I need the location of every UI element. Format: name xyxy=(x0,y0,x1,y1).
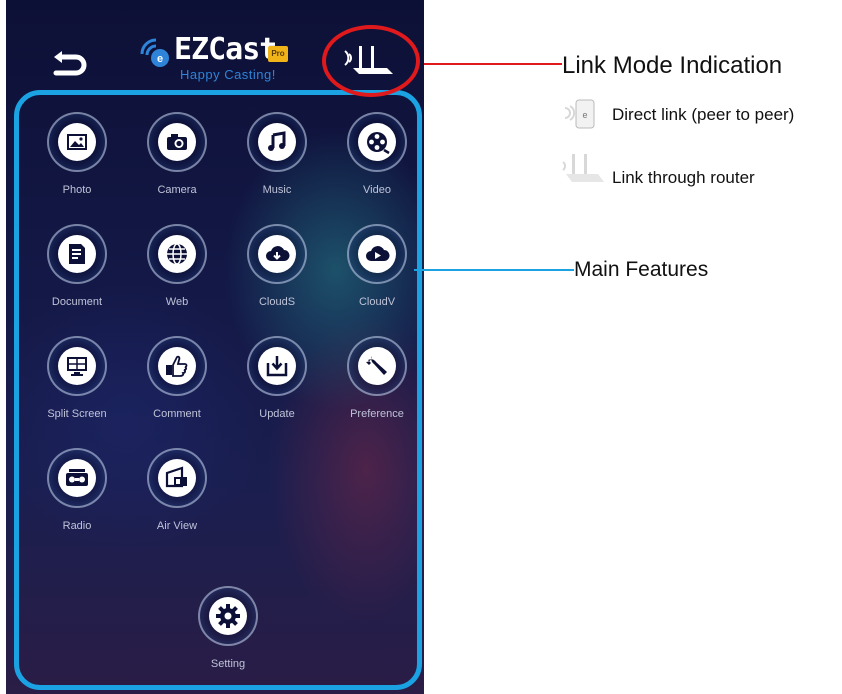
cloud-download-icon xyxy=(266,246,290,261)
feature-camera-button[interactable]: Camera xyxy=(129,112,229,222)
svg-text:e: e xyxy=(157,53,163,65)
feature-label: Comment xyxy=(153,408,201,420)
feature-label: Photo xyxy=(62,184,92,196)
feature-cloudv-button[interactable]: CloudV xyxy=(329,224,424,334)
feature-air-view-button[interactable]: Air View xyxy=(129,448,229,558)
setting-label: Setting xyxy=(210,658,246,670)
feature-label: Web xyxy=(165,296,189,308)
feature-update-button[interactable]: Update xyxy=(229,336,329,446)
ezcast-logo-icon: e xyxy=(140,38,169,67)
gear-icon xyxy=(216,604,240,628)
feature-label: Preference xyxy=(350,408,404,420)
svg-text:e: e xyxy=(582,110,587,120)
music-icon xyxy=(268,131,286,151)
feature-label: Music xyxy=(262,184,292,196)
feature-radio-button[interactable]: Radio xyxy=(29,448,129,558)
feature-label: Document xyxy=(51,296,103,308)
feature-label: Video xyxy=(363,184,391,196)
app-screen: e EZCast Pro Happy Casting! Photo Camera M… xyxy=(6,0,424,694)
document-icon xyxy=(69,244,85,264)
feature-photo-button[interactable]: Photo xyxy=(29,112,129,222)
back-arrow-icon xyxy=(53,51,87,76)
thumbs-up-icon xyxy=(166,355,188,377)
feature-split-screen-button[interactable]: Split Screen xyxy=(29,336,129,446)
feature-label: Camera xyxy=(157,184,197,196)
feature-comment-button[interactable]: Comment xyxy=(129,336,229,446)
main-features-pointer-line xyxy=(414,269,574,271)
router-link-icon xyxy=(344,46,393,74)
monitor-split-icon xyxy=(67,357,87,376)
feature-video-button[interactable]: Video xyxy=(329,112,424,222)
pro-badge: Pro xyxy=(268,46,288,62)
main-features-annotation: Main Features xyxy=(574,258,709,281)
feature-preference-button[interactable]: Preference xyxy=(329,336,424,446)
radio-icon xyxy=(66,469,88,486)
feature-document-button[interactable]: Document xyxy=(29,224,129,334)
feature-label: CloudV xyxy=(358,296,396,308)
camera-icon xyxy=(167,134,187,150)
photo-icon xyxy=(67,134,87,150)
feature-music-button[interactable]: Music xyxy=(229,112,329,222)
app-logo: e EZCast Pro Happy Casting! xyxy=(136,32,306,92)
feature-label: Air View xyxy=(156,520,198,532)
logo-text: EZCast xyxy=(174,32,277,67)
app-header: e EZCast Pro Happy Casting! xyxy=(6,0,424,90)
feature-label: CloudS xyxy=(258,296,296,308)
router-link-annotation: Link through router xyxy=(612,168,755,187)
link-mode-annotation: Link Mode Indication xyxy=(562,52,783,79)
globe-icon xyxy=(167,243,187,265)
router-link-legend-icon xyxy=(562,154,604,182)
feature-label: Radio xyxy=(62,520,92,532)
download-box-icon xyxy=(266,356,288,377)
feature-clouds-button[interactable]: CloudS xyxy=(229,224,329,334)
feature-web-button[interactable]: Web xyxy=(129,224,229,334)
feature-label: Update xyxy=(259,408,295,420)
link-mode-pointer-line xyxy=(424,63,562,65)
feature-label: Split Screen xyxy=(47,408,107,420)
back-button[interactable] xyxy=(50,47,88,77)
video-reel-icon xyxy=(367,132,390,155)
link-mode-button[interactable] xyxy=(339,40,399,80)
wrench-icon xyxy=(366,356,387,375)
logo-tagline: Happy Casting! xyxy=(180,67,276,82)
cloud-play-icon xyxy=(366,246,390,261)
direct-link-annotation: Direct link (peer to peer) xyxy=(612,105,795,124)
air-view-icon xyxy=(165,466,187,488)
direct-link-icon: e xyxy=(564,99,595,129)
setting-button[interactable]: Setting xyxy=(180,586,280,694)
